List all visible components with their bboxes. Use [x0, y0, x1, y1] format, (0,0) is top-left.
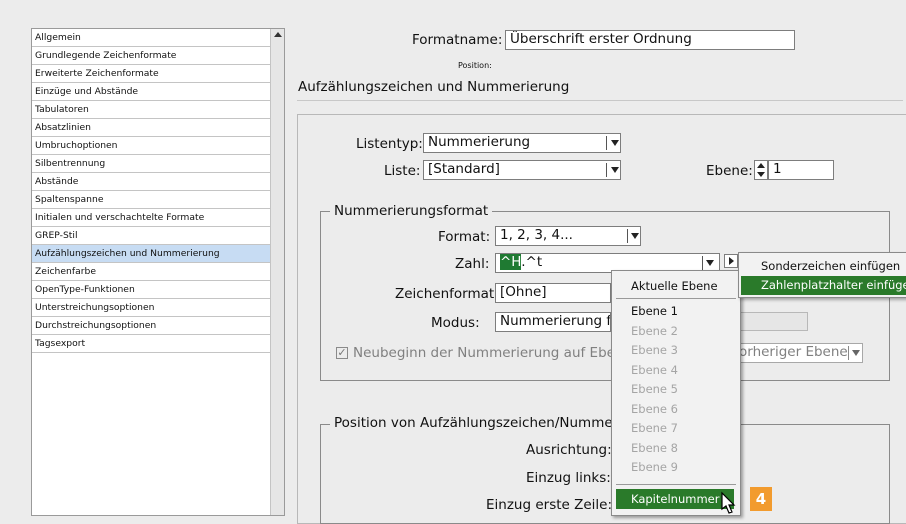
menu-item-ebene[interactable]: Ebene 1: [631, 304, 678, 318]
format-label: Format:: [438, 229, 491, 245]
einzug-links-label: Einzug links:: [526, 470, 611, 486]
chevron-down-icon: [706, 260, 714, 266]
modus-dropdown[interactable]: Nummerierung fo: [495, 312, 611, 332]
liste-dropdown[interactable]: [Standard]: [423, 160, 621, 180]
after-level-value: orheriger Ebene: [739, 344, 848, 360]
category-item[interactable]: Absatzlinien: [32, 119, 270, 137]
menu-item-kapitelnummer[interactable]: Kapitelnummer: [616, 489, 734, 509]
zahl-rest-text: .^t: [521, 254, 543, 270]
submenu-item-zahlenplatzhalter[interactable]: Zahlenplatzhalter einfügen: [741, 276, 906, 295]
section-title: Aufzählungszeichen und Nummerierung: [298, 79, 570, 95]
ebene-input[interactable]: 1: [768, 160, 834, 180]
category-item[interactable]: Zeichenfarbe: [32, 263, 270, 281]
menu-item-ebene[interactable]: Ebene 2: [631, 324, 678, 338]
placeholder-popup-menu: Aktuelle Ebene Ebene 1 Ebene 2 Ebene 3 Eben…: [611, 270, 741, 516]
zahl-selected-text: ^H: [500, 254, 522, 270]
category-item[interactable]: Allgemein: [32, 29, 270, 47]
category-item[interactable]: Aufzählungszeichen und Nummerierung: [32, 245, 270, 263]
menu-item-ebene[interactable]: Ebene 5: [631, 382, 678, 396]
scroll-up-arrow-icon[interactable]: [274, 32, 282, 37]
chevron-down-icon: [611, 140, 619, 146]
listentyp-label: Listentyp:: [356, 136, 423, 152]
submenu-item-sonderzeichen[interactable]: Sonderzeichen einfügen: [761, 259, 900, 273]
category-item[interactable]: Erweiterte Zeichenformate: [32, 65, 270, 83]
restart-label: Neubeginn der Nummerierung auf Ebene: [353, 345, 632, 361]
category-item[interactable]: Initialen und verschachtelte Formate: [32, 209, 270, 227]
ebene-label: Ebene:: [706, 163, 753, 179]
modus-value-field[interactable]: [738, 312, 808, 331]
chevron-down-icon: [611, 167, 619, 173]
insert-submenu: Sonderzeichen einfügen Zahlenplatzhalter…: [738, 252, 906, 298]
mouse-pointer-icon: [721, 491, 736, 514]
zahl-label: Zahl:: [455, 256, 490, 272]
formatname-input[interactable]: Überschrift erster Ordnung: [505, 30, 795, 50]
list-scrollbar[interactable]: [270, 29, 284, 515]
category-item[interactable]: Unterstreichungsoptionen: [32, 299, 270, 317]
category-item[interactable]: Tagsexport: [32, 335, 270, 353]
category-item[interactable]: Durchstreichungsoptionen: [32, 317, 270, 335]
stepper-down-icon[interactable]: [757, 172, 765, 177]
einzug-erste-zeile-label: Einzug erste Zeile:: [486, 497, 613, 513]
after-level-dropdown[interactable]: orheriger Ebene: [738, 343, 863, 363]
play-arrow-icon: [729, 257, 734, 265]
category-item[interactable]: GREP-Stil: [32, 227, 270, 245]
category-item[interactable]: Spaltenspanne: [32, 191, 270, 209]
menu-separator: [616, 298, 736, 299]
listentyp-value: Nummerierung: [428, 134, 531, 150]
menu-item-ebene[interactable]: Ebene 6: [631, 402, 678, 416]
category-item[interactable]: Grundlegende Zeichenformate: [32, 47, 270, 65]
chevron-down-icon: [631, 233, 639, 239]
section-divider: [297, 100, 903, 101]
stepper-up-icon[interactable]: [757, 163, 765, 168]
ebene-stepper[interactable]: [754, 160, 768, 180]
category-item[interactable]: OpenType-Funktionen: [32, 281, 270, 299]
insert-special-button[interactable]: [724, 254, 738, 268]
menu-item-ebene[interactable]: Ebene 8: [631, 441, 678, 455]
listentyp-dropdown[interactable]: Nummerierung: [423, 133, 621, 153]
category-item[interactable]: Umbruchoptionen: [32, 137, 270, 155]
menu-item-ebene[interactable]: Ebene 7: [631, 421, 678, 435]
category-list: Allgemein Grundlegende Zeichenformate Erwe…: [32, 29, 270, 353]
modus-label: Modus:: [431, 315, 480, 331]
menu-item-ebene[interactable]: Ebene 4: [631, 363, 678, 377]
format-value: 1, 2, 3, 4...: [500, 227, 573, 243]
menu-item-ebene[interactable]: Ebene 9: [631, 460, 678, 474]
position-label: Position:: [458, 61, 492, 70]
ausrichtung-label: Ausrichtung:: [526, 442, 612, 458]
format-dropdown[interactable]: 1, 2, 3, 4...: [495, 226, 641, 246]
zeichenformat-label: Zeichenformat:: [395, 286, 499, 302]
liste-value: [Standard]: [428, 161, 500, 177]
zeichenformat-value: [Ohne]: [500, 284, 547, 300]
menu-separator: [616, 484, 736, 485]
chevron-down-icon: [852, 350, 860, 356]
category-item[interactable]: Silbentrennung: [32, 155, 270, 173]
menu-header-current-level[interactable]: Aktuelle Ebene: [631, 279, 718, 293]
category-item[interactable]: Einzüge und Abstände: [32, 83, 270, 101]
formatname-label: Formatname:: [412, 32, 503, 48]
category-list-panel: Allgemein Grundlegende Zeichenformate Erwe…: [31, 28, 285, 516]
category-item[interactable]: Tabulatoren: [32, 101, 270, 119]
step-number-badge: 4: [750, 487, 772, 511]
modus-value: Nummerierung fo: [500, 313, 611, 329]
position-group-legend: Position von Aufzählungszeichen/Nummerie: [330, 415, 635, 431]
zeichenformat-dropdown[interactable]: [Ohne]: [495, 283, 611, 303]
numbering-format-legend: Nummerierungsformat: [330, 203, 493, 219]
liste-label: Liste:: [384, 163, 421, 179]
menu-item-ebene[interactable]: Ebene 3: [631, 343, 678, 357]
category-item[interactable]: Abstände: [32, 173, 270, 191]
restart-checkbox[interactable]: ✓: [336, 347, 348, 359]
